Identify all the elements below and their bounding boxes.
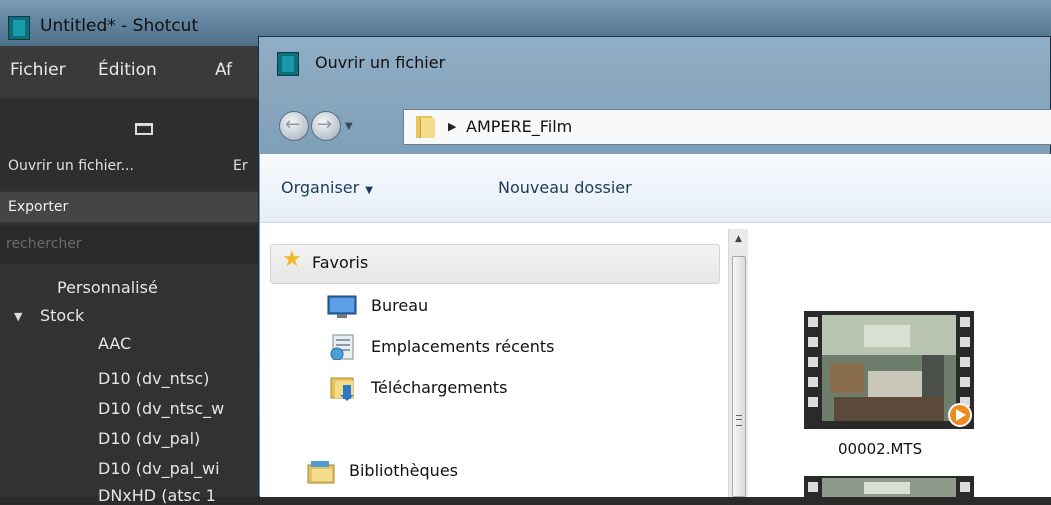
nav-item-bureau[interactable]: Bureau (371, 296, 428, 315)
star-icon: ★ (282, 247, 302, 272)
recent-places-icon (330, 334, 354, 360)
tree-item[interactable]: AAC (98, 334, 131, 353)
desktop-icon (327, 295, 357, 318)
nav-pane-scrollbar[interactable]: ▲ (728, 229, 748, 497)
tree-item-stock[interactable]: Stock (40, 306, 84, 325)
forward-arrow-icon: → (317, 114, 333, 135)
nav-item-bibliotheques[interactable]: Bibliothèques (349, 461, 458, 480)
open-file-button[interactable]: Ouvrir un fichier... (8, 158, 134, 174)
export-search-placeholder: rechercher (6, 236, 82, 252)
tree-item[interactable]: DNxHD (atsc 1 (98, 486, 216, 505)
recent-locations-dropdown[interactable]: ▼ (345, 121, 353, 132)
nav-item-telechargements[interactable]: Téléchargements (371, 378, 507, 397)
toolbar-next-button[interactable]: Er (233, 158, 248, 174)
tree-item[interactable]: D10 (dv_ntsc) (98, 369, 209, 388)
shotcut-app-icon (8, 16, 30, 40)
organize-label: Organiser (281, 178, 360, 197)
chevron-down-icon: ▼ (365, 185, 373, 196)
scrollbar-grip-icon (736, 415, 742, 426)
new-folder-button[interactable]: Nouveau dossier (498, 178, 632, 197)
tree-item[interactable]: D10 (dv_pal) (98, 429, 200, 448)
tree-item[interactable]: D10 (dv_pal_wi (98, 459, 220, 478)
export-panel-title: Exporter (8, 199, 69, 215)
scrollbar-thumb[interactable] (732, 256, 746, 497)
expand-arrow-icon[interactable]: ▼ (14, 310, 22, 323)
tree-item-custom[interactable]: Personnalisé (57, 278, 158, 297)
shotcut-window-title: Untitled* - Shotcut (40, 16, 199, 36)
address-bar[interactable]: ▶ AMPERE_Film (403, 109, 1051, 145)
menu-edition[interactable]: Édition (98, 60, 157, 80)
forward-button[interactable]: → (311, 111, 341, 141)
command-bar: Organiser ▼ Nouveau dossier (260, 154, 1051, 223)
video-file-thumbnail[interactable] (804, 476, 974, 497)
organize-button[interactable]: Organiser ▼ (281, 178, 373, 197)
scroll-up-icon[interactable]: ▲ (729, 229, 748, 249)
downloads-icon (330, 377, 354, 401)
dialog-title: Ouvrir un fichier (315, 53, 446, 72)
tree-item[interactable]: D10 (dv_ntsc_w (98, 399, 224, 418)
menu-affichage[interactable]: Af (215, 60, 232, 80)
breadcrumb-separator-icon[interactable]: ▶ (448, 120, 456, 133)
open-file-icon[interactable] (135, 123, 153, 135)
back-button[interactable]: ← (279, 111, 309, 141)
breadcrumb-folder[interactable]: AMPERE_Film (466, 117, 572, 136)
nav-favorites-label: Favoris (312, 253, 369, 272)
menu-fichier[interactable]: Fichier (10, 60, 66, 80)
dialog-app-icon (277, 52, 299, 76)
file-name-label[interactable]: 00002.MTS (838, 440, 922, 458)
video-file-thumbnail[interactable] (804, 311, 974, 429)
nav-item-emplacements-recents[interactable]: Emplacements récents (371, 337, 554, 356)
folder-icon (414, 116, 435, 138)
back-arrow-icon: ← (285, 114, 301, 135)
libraries-icon (307, 461, 335, 484)
